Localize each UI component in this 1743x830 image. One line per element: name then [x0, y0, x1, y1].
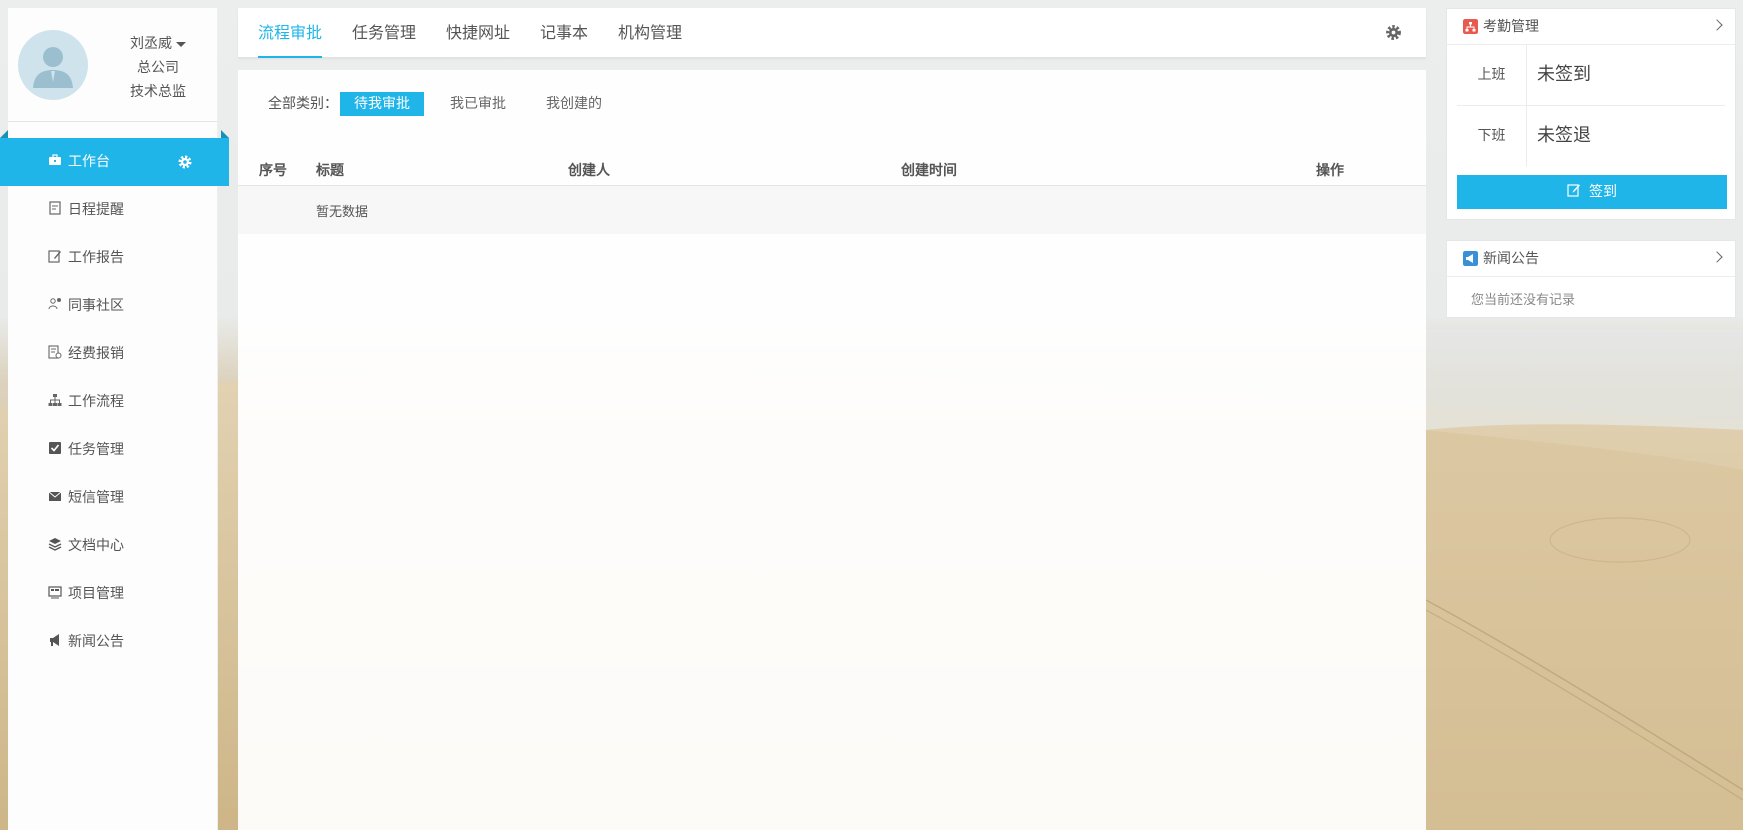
avatar[interactable] — [18, 30, 88, 100]
user-company: 总公司 — [137, 60, 179, 76]
checkbox-icon — [49, 442, 61, 454]
briefcase-icon — [49, 154, 61, 165]
attendance-title: 考勤管理 — [1483, 19, 1539, 35]
tab-process-approval[interactable]: 流程审批 — [258, 8, 323, 58]
attendance-header[interactable]: 考勤管理 — [1447, 9, 1735, 45]
sidebar-item-expense[interactable]: 经费报销 — [8, 330, 217, 378]
sidebar-item-label: 文档中心 — [68, 538, 124, 554]
profile-info: 刘丞威 总公司 技术总监 — [108, 32, 208, 104]
sidebar-item-schedule[interactable]: 日程提醒 — [8, 186, 217, 234]
tab-quick-links[interactable]: 快捷网址 — [446, 8, 510, 58]
clock-out-row: 下班 未签退 — [1457, 106, 1725, 167]
gear-icon[interactable] — [177, 154, 193, 170]
approval-panel: 全部类别： 待我审批 我已审批 我创建的 序号 标题 创建人 创建时间 操作 暂无数据 — [238, 70, 1426, 830]
expense-icon — [48, 345, 62, 359]
sidebar-item-sms[interactable]: 短信管理 — [8, 474, 217, 522]
gear-icon[interactable] — [1385, 24, 1402, 41]
edit-icon — [1567, 184, 1580, 197]
sidebar-item-label: 经费报销 — [68, 346, 124, 362]
clock-in-status: 未签到 — [1537, 64, 1591, 85]
sidebar-item-label: 工作台 — [68, 154, 110, 170]
news-empty-text: 您当前还没有记录 — [1471, 293, 1576, 308]
chevron-right-icon[interactable] — [1711, 19, 1723, 31]
sidebar-item-label: 同事社区 — [68, 298, 124, 314]
filter-pending-my-approval[interactable]: 待我审批 — [340, 92, 424, 116]
sidebar-item-news[interactable]: 新闻公告 — [8, 618, 217, 666]
report-edit-icon — [48, 250, 61, 263]
table-row: 暂无数据 — [238, 186, 1426, 234]
column-header-created-time: 创建时间 — [901, 163, 957, 179]
filter-approved-by-me[interactable]: 我已审批 — [436, 92, 520, 116]
sidebar-item-label: 工作报告 — [68, 250, 124, 266]
sidebar: 刘丞威 总公司 技术总监 工作台 日程提醒 工作报告 同事社区 经费报销 工作流… — [0, 8, 229, 830]
news-panel: 新闻公告 您当前还没有记录 — [1446, 240, 1736, 318]
column-header-creator: 创建人 — [568, 163, 610, 179]
sidebar-item-community[interactable]: 同事社区 — [8, 282, 217, 330]
column-header-actions: 操作 — [1316, 163, 1344, 179]
sidebar-item-label: 工作流程 — [68, 394, 124, 410]
tab-task-management[interactable]: 任务管理 — [352, 8, 416, 58]
sidebar-item-label: 任务管理 — [68, 442, 124, 458]
filter-created-by-me[interactable]: 我创建的 — [532, 92, 616, 116]
envelope-icon — [48, 491, 62, 501]
layers-icon — [48, 538, 62, 551]
user-title: 技术总监 — [130, 84, 186, 100]
top-tab-bar: 流程审批 任务管理 快捷网址 记事本 机构管理 — [238, 8, 1426, 58]
clock-in-row: 上班 未签到 — [1457, 45, 1725, 106]
sidebar-item-label: 日程提醒 — [68, 202, 124, 218]
sign-in-button[interactable]: 签到 — [1457, 175, 1727, 209]
sidebar-item-documents[interactable]: 文档中心 — [8, 522, 217, 570]
clock-out-label: 下班 — [1457, 106, 1527, 166]
news-title: 新闻公告 — [1483, 251, 1539, 267]
table-header: 序号 标题 创建人 创建时间 操作 — [238, 152, 1426, 186]
attendance-icon — [1463, 19, 1478, 34]
news-icon — [1463, 251, 1478, 266]
sidebar-item-report[interactable]: 工作报告 — [8, 234, 217, 282]
calendar-note-icon — [49, 201, 61, 215]
column-header-title: 标题 — [316, 163, 344, 179]
caret-down-icon — [176, 41, 186, 47]
sign-in-label: 签到 — [1589, 184, 1617, 200]
user-silhouette-icon — [33, 47, 73, 88]
sidebar-item-label: 短信管理 — [68, 490, 124, 506]
filter-label: 全部类别： — [268, 96, 338, 112]
clock-in-label: 上班 — [1457, 45, 1527, 105]
column-header-index: 序号 — [259, 163, 287, 179]
sidebar-item-label: 项目管理 — [68, 586, 124, 602]
sidebar-item-task[interactable]: 任务管理 — [8, 426, 217, 474]
sidebar-item-label: 新闻公告 — [68, 634, 124, 650]
sidebar-item-project[interactable]: 项目管理 — [8, 570, 217, 618]
tab-notepad[interactable]: 记事本 — [540, 8, 588, 58]
chevron-right-icon[interactable] — [1711, 251, 1723, 263]
attendance-panel: 考勤管理 上班 未签到 下班 未签退 签到 — [1446, 8, 1736, 220]
clock-out-status: 未签退 — [1537, 125, 1591, 146]
category-filter: 全部类别： 待我审批 我已审批 我创建的 — [268, 92, 616, 116]
news-header[interactable]: 新闻公告 — [1447, 241, 1735, 277]
sidebar-menu: 工作台 日程提醒 工作报告 同事社区 经费报销 工作流程 任务管理 短信管理 文… — [0, 130, 229, 666]
people-icon — [48, 298, 61, 310]
user-profile: 刘丞威 总公司 技术总监 — [8, 8, 217, 122]
tab-organization[interactable]: 机构管理 — [618, 8, 682, 58]
sitemap-icon — [48, 394, 62, 406]
user-name: 刘丞威 — [130, 36, 172, 52]
bullhorn-icon — [50, 634, 59, 646]
empty-data-text: 暂无数据 — [316, 205, 369, 220]
user-name-dropdown[interactable]: 刘丞威 — [108, 32, 208, 56]
project-icon — [48, 586, 62, 599]
sidebar-item-workbench[interactable]: 工作台 — [0, 130, 229, 186]
sidebar-item-workflow[interactable]: 工作流程 — [8, 378, 217, 426]
